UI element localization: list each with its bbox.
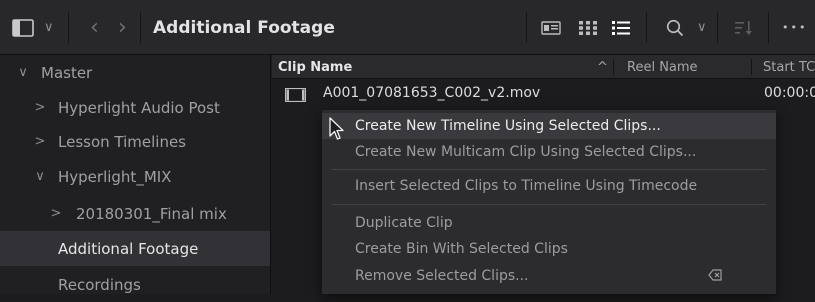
menu-divider bbox=[332, 204, 766, 205]
panel-toggle-icon bbox=[12, 18, 34, 37]
menu-item-duplicate-clip[interactable]: Duplicate Clip bbox=[322, 210, 776, 236]
sidebar-item-label: Hyperlight Audio Post bbox=[58, 98, 220, 117]
menu-item-create-multicam-clip[interactable]: Create New Multicam Clip Using Selected … bbox=[322, 139, 776, 165]
column-header-start-tc[interactable]: Start TC bbox=[763, 55, 815, 79]
back-button[interactable]: ‹ bbox=[90, 0, 99, 55]
metadata-view-icon bbox=[541, 20, 561, 35]
chevron-left-icon: ‹ bbox=[90, 15, 99, 40]
sort-icon bbox=[735, 20, 752, 35]
sidebar-item-recordings[interactable]: Recordings bbox=[0, 267, 270, 302]
thumbnail-view-button[interactable] bbox=[579, 0, 597, 55]
sidebar-dropdown-button[interactable]: ∨ bbox=[44, 0, 54, 55]
column-header-clip-name[interactable]: Clip Name bbox=[278, 55, 352, 79]
search-icon bbox=[666, 19, 684, 36]
forward-button[interactable]: › bbox=[118, 0, 127, 55]
sidebar-item-final-mix[interactable]: > 20180301_Final mix bbox=[0, 196, 270, 231]
menu-item-label: Remove Selected Clips... bbox=[355, 268, 529, 284]
list-view-icon bbox=[612, 20, 630, 35]
sidebar-item-master[interactable]: ∨ Master bbox=[0, 55, 270, 90]
sidebar-item-lesson-timelines[interactable]: > Lesson Timelines bbox=[0, 124, 270, 159]
chevron-down-icon: ∨ bbox=[44, 20, 54, 35]
menu-item-create-new-timeline[interactable]: Create New Timeline Using Selected Clips… bbox=[322, 113, 776, 139]
menu-item-insert-using-timecode[interactable]: Insert Selected Clips to Timeline Using … bbox=[322, 173, 776, 199]
bin-toolbar: ∨ ‹ › Additional Footage ∨ ••• bbox=[0, 0, 815, 55]
delete-key-icon bbox=[708, 269, 722, 285]
bin-list-sidebar: ∨ Master > Hyperlight Audio Post > Lesso… bbox=[0, 55, 271, 294]
chevron-right-icon: > bbox=[34, 100, 46, 115]
column-header-row: Clip Name ^ Reel Name Start TC bbox=[272, 55, 815, 79]
menu-item-remove-clips[interactable]: Remove Selected Clips... bbox=[322, 263, 776, 289]
sidebar-item-label: Hyperlight_MIX bbox=[58, 167, 172, 186]
table-row[interactable]: A001_07081653_C002_v2.mov 00:00:0 bbox=[272, 79, 815, 109]
more-options-icon: ••• bbox=[782, 21, 808, 34]
context-menu: Create New Timeline Using Selected Clips… bbox=[322, 110, 776, 294]
menu-item-create-bin[interactable]: Create Bin With Selected Clips bbox=[322, 236, 776, 262]
mouse-cursor-icon bbox=[329, 117, 345, 145]
chevron-right-icon: > bbox=[34, 134, 46, 149]
more-options-button[interactable]: ••• bbox=[782, 0, 807, 55]
sidebar-item-hyperlight-mix[interactable]: ∨ Hyperlight_MIX bbox=[0, 159, 270, 194]
start-tc-cell: 00:00:0 bbox=[764, 85, 815, 101]
sort-button[interactable] bbox=[735, 0, 753, 55]
film-clip-icon bbox=[284, 87, 307, 106]
sidebar-item-label: Lesson Timelines bbox=[58, 132, 186, 151]
sidebar-item-label: 20180301_Final mix bbox=[76, 204, 227, 223]
menu-divider bbox=[332, 169, 766, 170]
sidebar-item-label: Recordings bbox=[58, 275, 141, 294]
search-button[interactable] bbox=[666, 0, 684, 55]
sidebar-item-label: Master bbox=[41, 63, 93, 82]
search-dropdown-button[interactable]: ∨ bbox=[697, 0, 707, 55]
chevron-right-icon: > bbox=[50, 206, 62, 221]
clip-name-cell: A001_07081653_C002_v2.mov bbox=[323, 85, 541, 101]
chevron-down-icon: ∨ bbox=[18, 65, 28, 80]
sidebar-item-additional-footage[interactable]: Additional Footage bbox=[0, 231, 270, 266]
metadata-view-button[interactable] bbox=[541, 0, 561, 55]
sidebar-item-label: Additional Footage bbox=[58, 239, 199, 258]
chevron-right-icon: › bbox=[118, 15, 127, 40]
sidebar-item-hyperlight-audio-post[interactable]: > Hyperlight Audio Post bbox=[0, 90, 270, 125]
thumbnail-view-icon bbox=[579, 20, 597, 35]
list-view-button[interactable] bbox=[612, 0, 630, 55]
sort-ascending-icon[interactable]: ^ bbox=[597, 55, 608, 79]
chevron-down-icon: ∨ bbox=[697, 20, 707, 35]
bin-title: Additional Footage bbox=[153, 17, 335, 38]
sidebar-toggle-button[interactable] bbox=[12, 0, 34, 55]
column-header-reel-name[interactable]: Reel Name bbox=[627, 55, 698, 79]
chevron-down-icon: ∨ bbox=[35, 169, 45, 184]
